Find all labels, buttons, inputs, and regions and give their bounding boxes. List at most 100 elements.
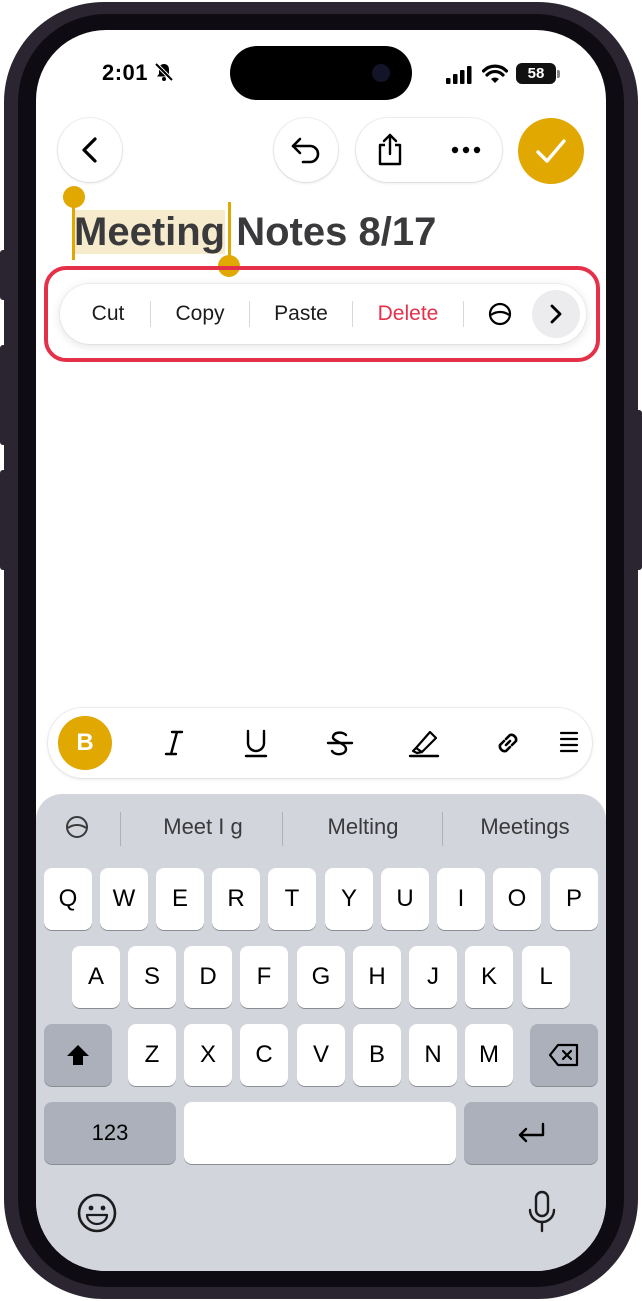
- selection-start-bar: [72, 202, 75, 260]
- undo-button[interactable]: [274, 118, 338, 182]
- emoji-button[interactable]: [76, 1192, 120, 1236]
- italic-icon: [164, 730, 184, 756]
- copy-button[interactable]: Copy: [151, 302, 249, 326]
- wifi-icon: [482, 64, 508, 83]
- checkmark-icon: [536, 139, 566, 163]
- key-k[interactable]: K: [465, 946, 513, 1008]
- return-icon: [518, 1122, 545, 1143]
- power-button: [634, 410, 642, 570]
- key-m[interactable]: M: [465, 1024, 513, 1086]
- volume-up-button: [0, 345, 8, 445]
- battery-tip: [557, 70, 560, 78]
- suggestion-bar: Meet I g Melting Meetings: [36, 794, 606, 862]
- suggestion-1[interactable]: Meet I g: [124, 814, 282, 840]
- key-w[interactable]: W: [100, 868, 148, 930]
- key-l[interactable]: L: [522, 946, 570, 1008]
- camera-icon: [372, 64, 390, 82]
- key-u[interactable]: U: [381, 868, 429, 930]
- strikethrough-icon: [326, 731, 354, 756]
- status-time: 2:01: [102, 60, 149, 85]
- cellular-signal-icon: [446, 66, 472, 84]
- microphone-icon: [528, 1190, 556, 1233]
- key-j[interactable]: J: [409, 946, 457, 1008]
- key-i[interactable]: I: [437, 868, 485, 930]
- bell-slash-icon: [154, 62, 174, 82]
- format-toolbar: B: [48, 708, 592, 778]
- dictation-button[interactable]: [526, 1190, 560, 1236]
- strikethrough-button[interactable]: [316, 719, 364, 767]
- share-button[interactable]: [366, 126, 414, 174]
- key-h[interactable]: H: [353, 946, 401, 1008]
- suggestion-separator: [442, 812, 443, 846]
- note-title[interactable]: Meeting Notes 8/17: [74, 210, 436, 255]
- key-f[interactable]: F: [240, 946, 288, 1008]
- selection-end-bar: [228, 202, 231, 258]
- suggestion-3[interactable]: Meetings: [444, 814, 606, 840]
- key-q[interactable]: Q: [44, 868, 92, 930]
- key-b[interactable]: B: [353, 1024, 401, 1086]
- suggestion-separator: [120, 812, 121, 846]
- key-v[interactable]: V: [297, 1024, 345, 1086]
- back-button[interactable]: [58, 118, 122, 182]
- list-button[interactable]: [548, 719, 588, 767]
- key-z[interactable]: Z: [128, 1024, 176, 1086]
- space-key[interactable]: [184, 1102, 456, 1164]
- highlighter-icon: [408, 730, 440, 758]
- chevron-right-icon: [550, 304, 562, 324]
- screen: 2:01 58 Meeting Notes 8/17 Cut Copy Past…: [36, 30, 606, 1271]
- menu-more-button[interactable]: [532, 290, 580, 338]
- writing-tools-icon: [488, 302, 512, 326]
- battery-indicator: 58: [516, 63, 556, 84]
- key-o[interactable]: O: [493, 868, 541, 930]
- key-p[interactable]: P: [550, 868, 598, 930]
- key-r[interactable]: R: [212, 868, 260, 930]
- dynamic-island: [230, 46, 412, 100]
- more-button[interactable]: [442, 126, 490, 174]
- volume-down-button: [0, 470, 8, 570]
- writing-tools-suggest-button[interactable]: [64, 814, 94, 844]
- paste-button[interactable]: Paste: [250, 302, 352, 326]
- bold-button[interactable]: B: [58, 716, 112, 770]
- ellipsis-icon: [451, 146, 481, 154]
- return-key[interactable]: [464, 1102, 598, 1164]
- done-button[interactable]: [518, 118, 584, 184]
- key-a[interactable]: A: [72, 946, 120, 1008]
- share-more-pill: [356, 118, 502, 182]
- key-e[interactable]: E: [156, 868, 204, 930]
- suggestion-2[interactable]: Melting: [284, 814, 442, 840]
- key-n[interactable]: N: [409, 1024, 457, 1086]
- key-c[interactable]: C: [240, 1024, 288, 1086]
- highlighter-button[interactable]: [400, 719, 448, 767]
- key-y[interactable]: Y: [325, 868, 373, 930]
- shift-key[interactable]: [44, 1024, 112, 1086]
- chevron-left-icon: [82, 137, 97, 163]
- backspace-icon: [548, 1043, 579, 1067]
- key-d[interactable]: D: [184, 946, 232, 1008]
- keyboard: Meet I g Melting Meetings Q W E R T Y U …: [36, 794, 606, 1271]
- link-icon: [498, 733, 518, 753]
- edit-menu: Cut Copy Paste Delete: [60, 284, 586, 344]
- undo-icon: [291, 137, 320, 164]
- link-button[interactable]: [484, 719, 532, 767]
- writing-tools-button[interactable]: [464, 301, 536, 327]
- suggestion-separator: [282, 812, 283, 846]
- key-t[interactable]: T: [268, 868, 316, 930]
- selected-text[interactable]: Meeting: [74, 210, 226, 254]
- underline-icon: [244, 729, 268, 758]
- mute-switch: [0, 250, 8, 300]
- writing-tools-icon: [66, 816, 88, 838]
- italic-button[interactable]: [150, 719, 198, 767]
- key-s[interactable]: S: [128, 946, 176, 1008]
- cut-button[interactable]: Cut: [66, 302, 150, 326]
- underline-button[interactable]: [232, 719, 280, 767]
- backspace-key[interactable]: [530, 1024, 598, 1086]
- delete-button[interactable]: Delete: [353, 302, 463, 326]
- share-icon: [378, 133, 402, 166]
- key-x[interactable]: X: [184, 1024, 232, 1086]
- list-icon: [559, 731, 579, 753]
- title-rest[interactable]: Notes 8/17: [225, 210, 436, 254]
- key-g[interactable]: G: [297, 946, 345, 1008]
- emoji-icon: [77, 1193, 117, 1233]
- shift-icon: [67, 1045, 89, 1065]
- numbers-key[interactable]: 123: [44, 1102, 176, 1164]
